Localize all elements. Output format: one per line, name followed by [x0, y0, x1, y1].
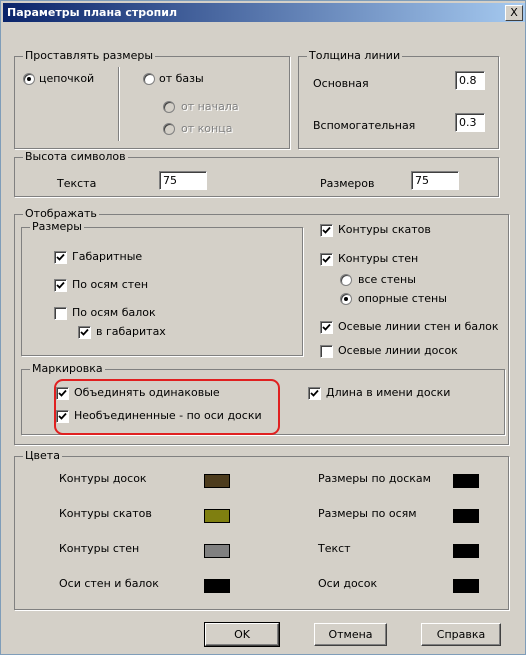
all-walls-radio[interactable]: [340, 274, 352, 286]
from-start-radio[interactable]: [163, 101, 175, 113]
display-title: Отображать: [23, 207, 99, 221]
length-in-name-checkbox[interactable]: [308, 387, 321, 400]
color-label: Размеры по осям: [318, 507, 417, 520]
color-label: Размеры по доскам: [318, 472, 431, 485]
window-title: Параметры плана стропил: [7, 6, 178, 19]
color-swatch[interactable]: [453, 509, 479, 523]
dims-height-input[interactable]: 75: [411, 171, 459, 190]
color-swatch[interactable]: [204, 509, 230, 523]
slope-contours-checkbox[interactable]: [320, 224, 333, 237]
wall-contours-label: Контуры стен: [338, 252, 419, 265]
checkmark-icon: [322, 255, 331, 263]
aux-thickness-input[interactable]: 0.3: [455, 113, 485, 132]
line-thickness-group: Толщина линии Основная 0.8 Вспомогательн…: [298, 49, 499, 149]
color-label: Контуры досок: [59, 472, 147, 485]
chain-label: цепочкой: [39, 72, 95, 85]
symbol-height-title: Высота символов: [23, 150, 128, 164]
axial-walls-beams-checkbox[interactable]: [320, 321, 333, 334]
aux-thickness-label: Вспомогательная: [313, 119, 416, 132]
support-walls-label: опорные стены: [358, 292, 447, 305]
marking-title: Маркировка: [30, 362, 105, 376]
colors-group: Цвета Контуры досок Контуры скатов Конту…: [14, 449, 509, 610]
ok-button[interactable]: OK: [204, 622, 280, 647]
support-walls-radio[interactable]: [340, 293, 352, 305]
color-swatch[interactable]: [204, 579, 230, 593]
checkmark-icon: [322, 323, 331, 331]
separator: [118, 67, 120, 141]
wall-axes-checkbox[interactable]: [54, 279, 67, 292]
axial-walls-beams-label: Осевые линии стен и балок: [338, 320, 499, 333]
axial-boards-checkbox[interactable]: [320, 345, 333, 358]
length-in-name-label: Длина в имени доски: [326, 386, 451, 399]
checkmark-icon: [80, 328, 89, 336]
from-base-label: от базы: [159, 72, 204, 85]
close-button[interactable]: X: [505, 5, 523, 21]
dimensions-group: Проставлять размеры цепочкой от базы от …: [14, 49, 290, 149]
main-thickness-label: Основная: [313, 77, 369, 90]
color-label: Контуры скатов: [59, 507, 152, 520]
dimensions-group-title: Проставлять размеры: [23, 49, 156, 63]
from-end-radio[interactable]: [163, 123, 175, 135]
sizes-group: Размеры Габаритные По осям стен По осям …: [21, 220, 303, 356]
sizes-title: Размеры: [30, 220, 84, 234]
from-base-radio[interactable]: [143, 73, 155, 85]
overall-checkbox[interactable]: [54, 251, 67, 264]
color-label: Оси стен и балок: [59, 577, 159, 590]
color-label: Оси досок: [318, 577, 378, 590]
color-swatch[interactable]: [204, 544, 230, 558]
line-thickness-title: Толщина линии: [307, 49, 403, 63]
color-swatch[interactable]: [453, 579, 479, 593]
beam-axes-checkbox[interactable]: [54, 307, 67, 320]
color-label: Контуры стен: [59, 542, 140, 555]
help-button[interactable]: Справка: [421, 623, 501, 646]
color-label: Текст: [318, 542, 351, 555]
wall-contours-checkbox[interactable]: [320, 253, 333, 266]
axial-boards-label: Осевые линии досок: [338, 344, 458, 357]
text-height-label: Текста: [57, 177, 97, 190]
checkmark-icon: [322, 226, 331, 234]
highlight-annotation: [54, 379, 280, 435]
in-overall-label: в габаритах: [96, 325, 166, 338]
radio-dot-icon: [27, 77, 31, 81]
checkmark-icon: [56, 253, 65, 261]
radio-dot-icon: [344, 297, 348, 301]
dims-height-label: Размеров: [320, 177, 375, 190]
checkmark-icon: [310, 389, 319, 397]
color-swatch[interactable]: [453, 544, 479, 558]
cancel-button[interactable]: Отмена: [314, 623, 387, 646]
from-end-label: от конца: [181, 122, 233, 135]
beam-axes-label: По осям балок: [72, 306, 156, 319]
text-height-input[interactable]: 75: [159, 171, 207, 190]
title-bar: Параметры плана стропил X: [3, 3, 525, 22]
from-start-label: от начала: [181, 100, 239, 113]
all-walls-label: все стены: [358, 273, 416, 286]
main-thickness-input[interactable]: 0.8: [455, 71, 485, 90]
slope-contours-label: Контуры скатов: [338, 223, 431, 236]
checkmark-icon: [56, 281, 65, 289]
overall-label: Габаритные: [72, 250, 143, 263]
color-swatch[interactable]: [204, 474, 230, 488]
chain-radio[interactable]: [23, 73, 35, 85]
in-overall-checkbox[interactable]: [78, 326, 91, 339]
wall-axes-label: По осям стен: [72, 278, 149, 291]
symbol-height-group: Высота символов Текста 75 Размеров 75: [14, 150, 499, 197]
colors-title: Цвета: [23, 449, 62, 463]
dialog-window: Параметры плана стропил X Проставлять ра…: [0, 0, 526, 655]
color-swatch[interactable]: [453, 474, 479, 488]
